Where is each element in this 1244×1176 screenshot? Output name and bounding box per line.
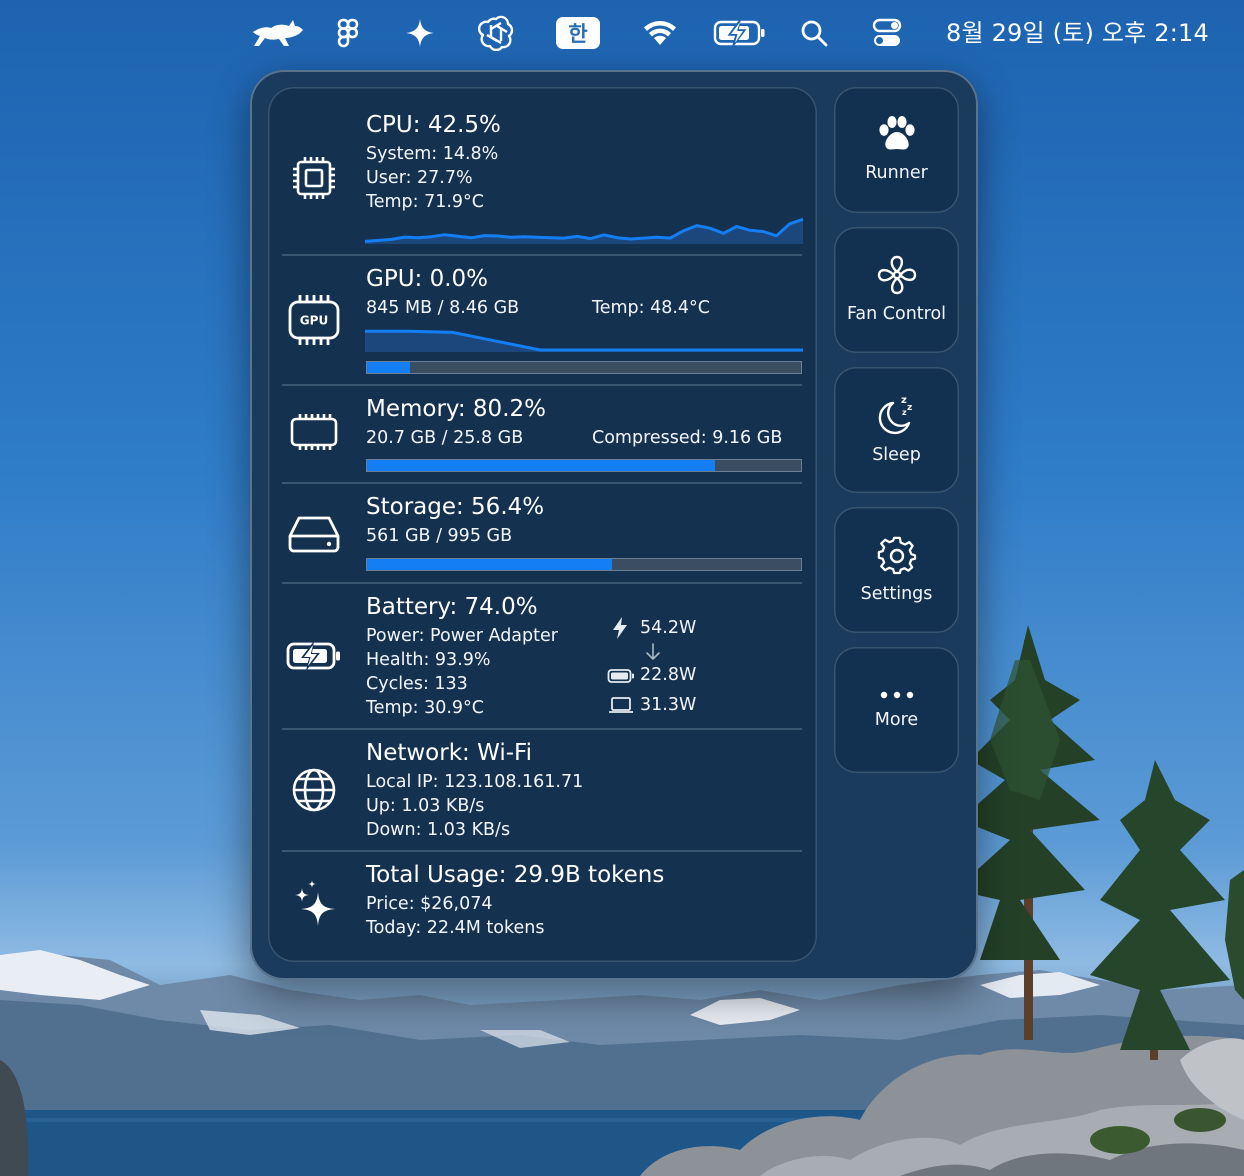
runcat-icon[interactable] (250, 14, 306, 52)
runner-label: Runner (865, 163, 928, 183)
more-label: More (874, 710, 919, 730)
battery-health: Health: 93.9% (366, 650, 491, 670)
cpu-section[interactable]: CPU: 42.5% System: 14.8% User: 27.7% Tem… (282, 106, 804, 254)
sleep-button[interactable]: zzz Sleep (834, 367, 959, 493)
svg-text:GPU: GPU (300, 314, 328, 328)
memory-bar-fill (367, 460, 716, 471)
gpu-section[interactable]: GPU GPU: 0.0% 845 MB / 8.46 GB Temp: 48.… (282, 256, 803, 384)
network-local-ip: Local IP: 123.108.161.71 (366, 772, 584, 792)
menubar-clock[interactable]: 8월 29일 (토) 오후 2:14 (946, 14, 1209, 52)
input-source-icon[interactable]: 한 (556, 14, 600, 52)
adapter-watts: 54.2W (640, 618, 697, 638)
memory-icon (286, 404, 342, 460)
cpu-chip-icon (286, 150, 342, 206)
battery-charging-icon[interactable] (712, 14, 768, 52)
storage-drive-icon (286, 506, 342, 562)
figma-icon[interactable] (332, 14, 364, 52)
usage-today: Today: 22.4M tokens (366, 918, 545, 938)
cpu-temp: Temp: 71.9°C (366, 192, 485, 212)
cpu-history-area (365, 219, 803, 244)
svg-text:z: z (907, 403, 912, 413)
runner-button[interactable]: Runner (834, 87, 959, 213)
gpu-title: GPU: 0.0% (366, 266, 489, 292)
cpu-title: CPU: 42.5% (366, 112, 501, 138)
memory-title: Memory: 80.2% (366, 396, 546, 422)
network-title: Network: Wi-Fi (366, 740, 532, 766)
moon-zzz-icon: zzz (834, 393, 959, 435)
gpu-chip-icon: GPU (286, 292, 342, 348)
usage-price: Price: $26,074 (366, 894, 493, 914)
battery-charging-icon (286, 628, 342, 684)
chatgpt-icon[interactable] (476, 14, 516, 52)
svg-text:z: z (902, 408, 907, 417)
gpu-temp: Temp: 48.4°C (592, 298, 711, 318)
token-usage-section[interactable]: Total Usage: 29.9B tokens Price: $26,074… (282, 852, 802, 952)
system-watts: 31.3W (640, 695, 697, 715)
paw-icon (834, 115, 959, 153)
storage-title: Storage: 56.4% (366, 494, 545, 520)
cpu-user: User: 27.7% (366, 168, 473, 188)
network-section[interactable]: Network: Wi-Fi Local IP: 123.108.161.71 … (282, 730, 802, 850)
network-down: Down: 1.03 KB/s (366, 820, 511, 840)
memory-used: 20.7 GB / 25.8 GB (366, 428, 524, 448)
sleep-label: Sleep (872, 445, 921, 465)
arrow-down-icon (645, 643, 661, 665)
battery-watts: 22.8W (640, 665, 697, 685)
usage-title: Total Usage: 29.9B tokens (366, 862, 665, 888)
memory-compressed: Compressed: 9.16 GB (592, 428, 783, 448)
settings-label: Settings (860, 584, 933, 604)
battery-small-icon (607, 668, 635, 688)
battery-power-source: Power: Power Adapter (366, 626, 558, 646)
battery-section[interactable]: Battery: 74.0% Power: Power Adapter Heal… (282, 584, 802, 728)
network-up: Up: 1.03 KB/s (366, 796, 485, 816)
input-source-badge: 한 (556, 17, 600, 49)
settings-button[interactable]: Settings (834, 507, 959, 633)
gpu-history-chart (365, 329, 803, 352)
bolt-icon (610, 616, 630, 644)
battery-cycles: Cycles: 133 (366, 674, 468, 694)
fan-icon (834, 255, 959, 295)
cpu-system: System: 14.8% (366, 144, 499, 164)
gpu-memory-bar-fill (367, 362, 411, 373)
memory-bar (366, 459, 802, 472)
gpu-memory-bar (366, 361, 802, 374)
storage-section[interactable]: Storage: 56.4% 561 GB / 995 GB (282, 484, 802, 582)
control-center-icon[interactable] (870, 14, 904, 52)
fan-control-label: Fan Control (846, 304, 947, 324)
menu-bar: 한 8월 29일 (토) 오후 2:14 (0, 0, 1244, 66)
sparkle-icon[interactable] (402, 14, 438, 52)
gear-icon (834, 535, 959, 575)
sparkles-icon (286, 876, 342, 932)
storage-used: 561 GB / 995 GB (366, 526, 513, 546)
battery-title: Battery: 74.0% (366, 594, 538, 620)
gpu-memory: 845 MB / 8.46 GB (366, 298, 520, 318)
storage-bar-fill (367, 559, 612, 570)
cpu-history-chart (364, 217, 804, 244)
wifi-icon[interactable] (640, 14, 680, 52)
fan-control-button[interactable]: Fan Control (834, 227, 959, 353)
battery-temp: Temp: 30.9°C (366, 698, 485, 718)
memory-section[interactable]: Memory: 80.2% 20.7 GB / 25.8 GB Compress… (282, 386, 802, 482)
ellipsis-icon (834, 691, 959, 699)
storage-bar (366, 558, 802, 571)
laptop-icon (608, 696, 634, 718)
globe-icon (286, 762, 342, 818)
more-button[interactable]: More (834, 647, 959, 773)
search-icon[interactable] (798, 14, 830, 52)
